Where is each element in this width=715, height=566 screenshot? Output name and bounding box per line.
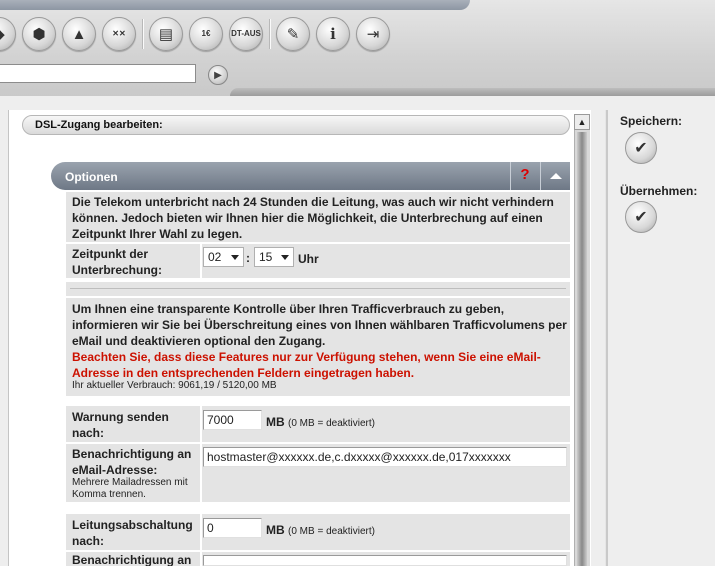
apply-button[interactable]: ✔ <box>625 201 657 233</box>
notify2-label: Benachrichtigung an <box>72 553 192 566</box>
notify-hint: Mehrere Mailadressen mit Komma trennen. <box>72 477 188 500</box>
cell-divider <box>200 552 202 566</box>
notify2-email-input[interactable] <box>203 555 567 566</box>
save-button[interactable]: ✔ <box>625 132 657 164</box>
scroll-up-arrow-icon[interactable]: ▲ <box>574 114 590 130</box>
traffic-intro-text: Um Ihnen eine transparente Kontrolle übe… <box>72 302 567 348</box>
separator-line <box>70 288 566 289</box>
collapse-button[interactable] <box>540 162 570 190</box>
address-input[interactable] <box>0 64 196 83</box>
scrollbar-thumb[interactable] <box>577 132 587 566</box>
tools-icon[interactable]: ✎ <box>276 17 310 51</box>
uhr-label: Uhr <box>298 252 319 266</box>
toolbar-bottom-bar <box>230 88 715 96</box>
deactivated-hint: (0 MB = deaktiviert) <box>288 418 375 429</box>
toolbar-top-bar <box>0 0 470 10</box>
panel-divider <box>605 110 608 566</box>
euro-document-icon[interactable]: 1€ <box>189 17 223 51</box>
cell-divider <box>200 244 202 278</box>
section-title: DSL-Zugang bearbeiten: <box>22 115 570 135</box>
options-title: Optionen <box>65 170 118 184</box>
usage-text: Ihr aktueller Verbrauch: 9061,19 / 5120,… <box>72 380 277 391</box>
minute-select[interactable]: 15 <box>254 247 294 267</box>
warn-mb-input[interactable]: 7000 <box>203 410 262 430</box>
collapse-arrow-icon <box>549 173 562 179</box>
shutdown-mb-unit: MB (0 MB = deaktiviert) <box>266 522 375 538</box>
help-icon[interactable]: ? <box>510 162 539 190</box>
intro-text: Die Telekom unterbricht nach 24 Stunden … <box>72 195 554 241</box>
interrupt-label: Zeitpunkt der Unterbrechung: <box>72 247 162 277</box>
box-icon[interactable]: ◆ <box>0 17 16 51</box>
separator-row <box>66 282 570 296</box>
mb-label: MB <box>266 415 285 429</box>
intro-row: Die Telekom unterbricht nach 24 Stunden … <box>66 192 570 242</box>
pyramid-icon[interactable]: ▲ <box>62 17 96 51</box>
time-colon: : <box>246 251 250 265</box>
save-label: Speichern: <box>620 114 683 128</box>
checkmark-icon: ✔ <box>634 140 648 157</box>
options-header: Optionen <box>51 162 570 190</box>
network-icon[interactable]: ⬢ <box>22 17 56 51</box>
dt-aus-icon[interactable]: DT-AUS <box>229 17 263 51</box>
cell-divider <box>200 444 202 502</box>
shutdown-label: Leitungsabschaltung nach: <box>72 518 193 548</box>
warn-mb-unit: MB (0 MB = deaktiviert) <box>266 414 375 430</box>
traffic-warning-text: Beachten Sie, dass diese Features nur zu… <box>72 350 541 380</box>
traffic-info-row: Um Ihnen eine transparente Kontrolle übe… <box>66 298 570 396</box>
apply-label: Übernehmen: <box>620 184 698 198</box>
toolbar: ◆ ⬢ ▲ ✕✕ ▤ 1€ DT-AUS ✎ i ⇥ ▶ <box>0 0 715 96</box>
toolbar-buttons: ◆ ⬢ ▲ ✕✕ ▤ 1€ DT-AUS ✎ i ⇥ <box>0 14 396 54</box>
checkmark-icon: ✔ <box>634 209 648 226</box>
toolbar-separator <box>142 19 144 49</box>
warn-label: Warnung senden nach: <box>72 410 169 440</box>
toolbar-separator <box>269 19 271 49</box>
minute-value: 15 <box>259 250 273 264</box>
hour-value: 02 <box>208 250 222 264</box>
document-icon[interactable]: ▤ <box>149 17 183 51</box>
mb-label: MB <box>266 523 285 537</box>
notify-label: Benachrichtigung an eMail-Adresse: <box>72 447 192 477</box>
cell-divider <box>200 514 202 550</box>
info-icon[interactable]: i <box>316 17 350 51</box>
shutdown-mb-input[interactable]: 0 <box>203 518 262 538</box>
notify-email-input[interactable]: hostmaster@xxxxxx.de,c.dxxxxx@xxxxxx.de,… <box>203 447 567 467</box>
xx-icon[interactable]: ✕✕ <box>102 17 136 51</box>
go-button[interactable]: ▶ <box>208 65 228 85</box>
cell-divider <box>200 406 202 442</box>
hour-select[interactable]: 02 <box>203 247 244 267</box>
chevron-down-icon <box>231 255 239 260</box>
exit-icon[interactable]: ⇥ <box>356 17 390 51</box>
chevron-down-icon <box>281 255 289 260</box>
deactivated-hint: (0 MB = deaktiviert) <box>288 526 375 537</box>
